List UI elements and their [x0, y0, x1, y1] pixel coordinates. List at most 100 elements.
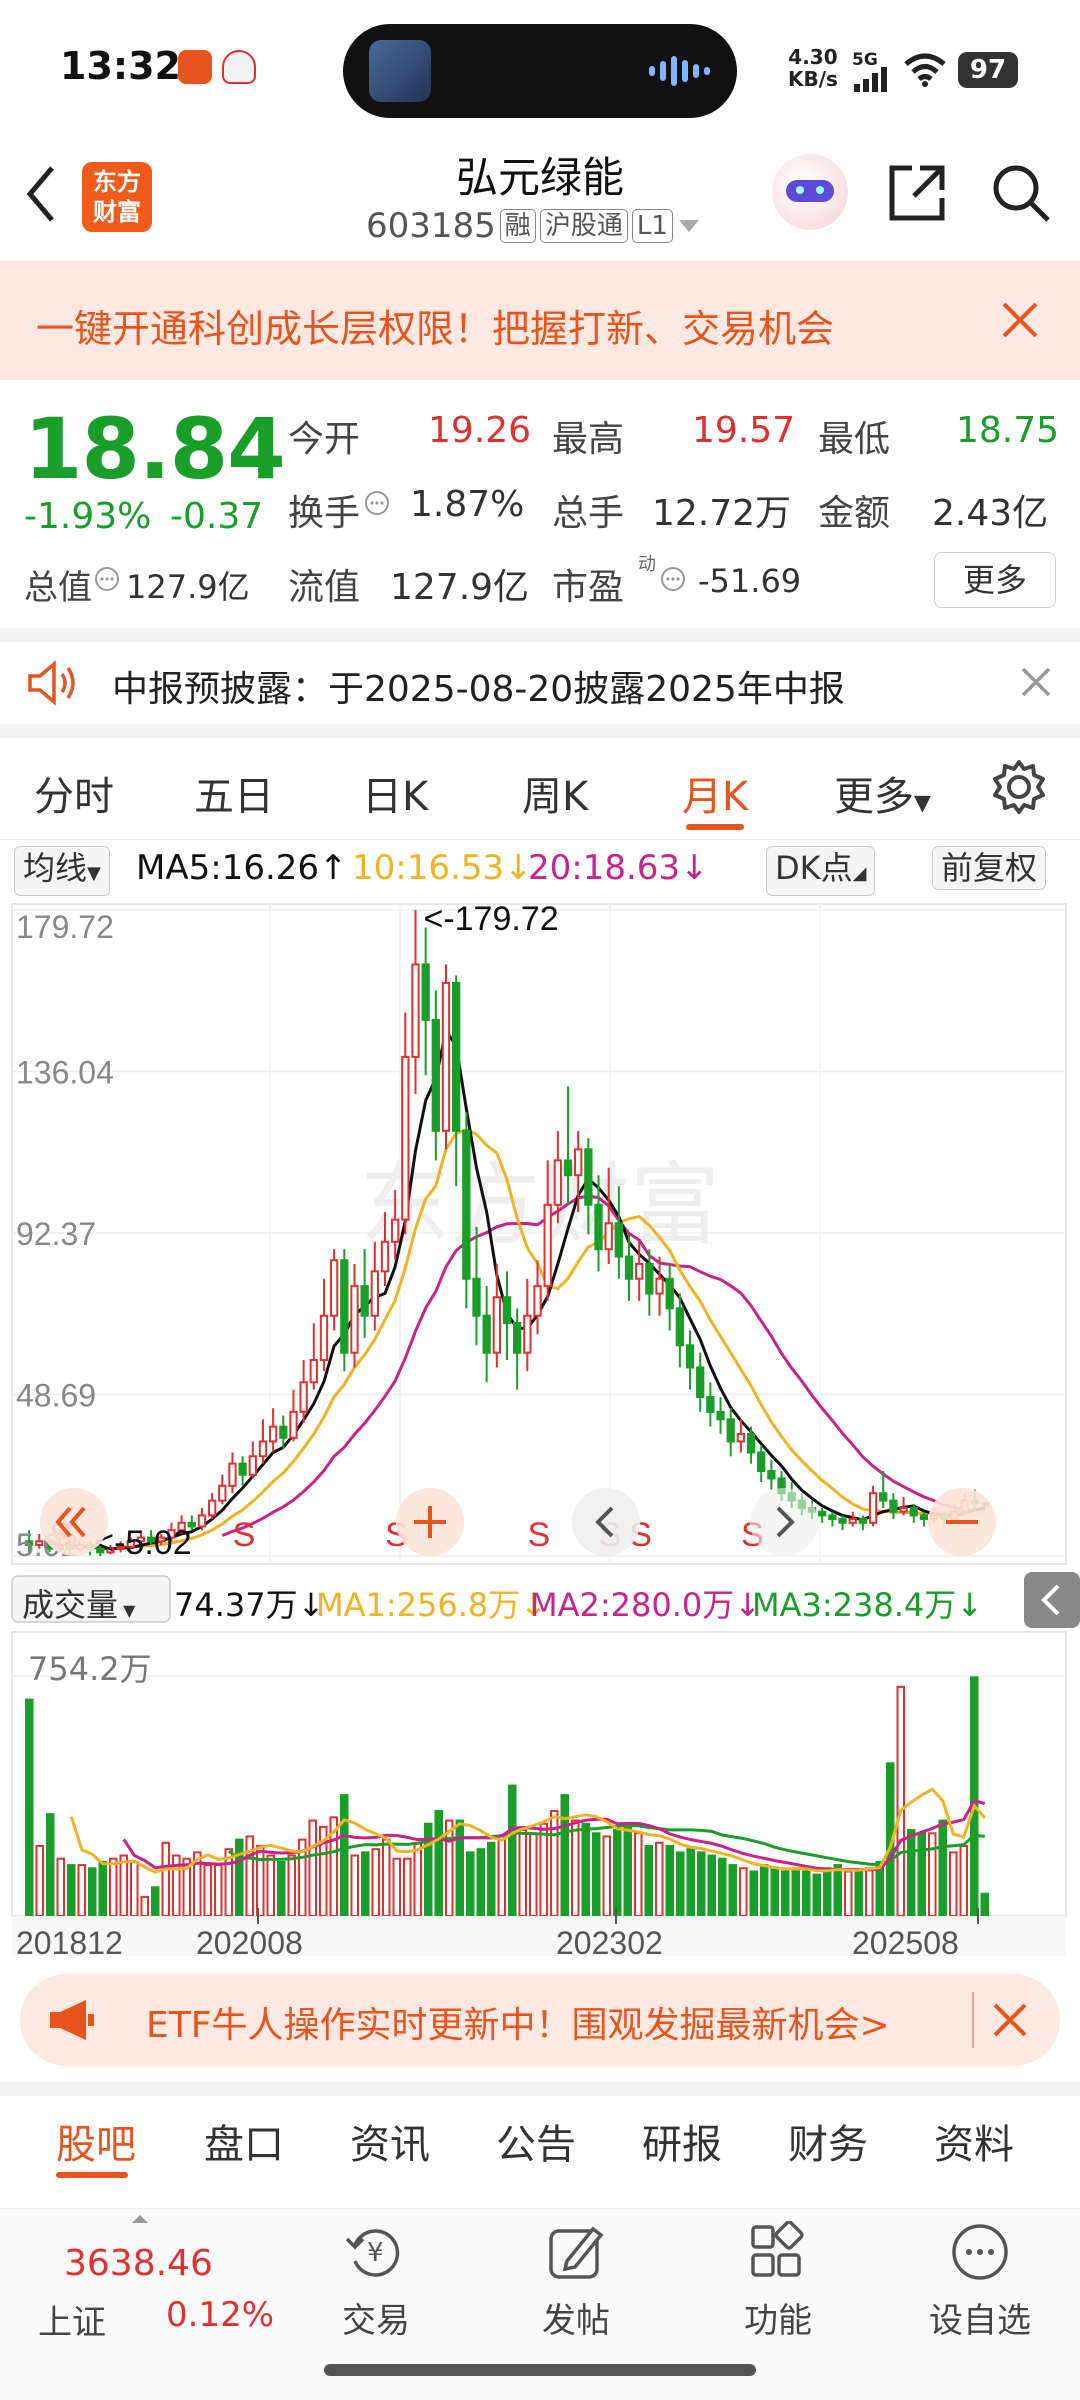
grid-apps-icon [751, 2220, 804, 2277]
change-amount: -0.37 [170, 496, 264, 537]
volume-bar [864, 1867, 874, 1917]
info-icon[interactable] [660, 566, 686, 592]
kline-chart[interactable]: 东方财富 179.72136.0492.3748.695.02 SSSSSSS … [0, 896, 1080, 1956]
index-ticker[interactable]: 3638.46 上证 0.12% [0, 2209, 290, 2359]
search-icon[interactable] [990, 162, 1052, 224]
nav-trade[interactable]: ¥ 交易 [306, 2221, 446, 2342]
amount-value: 2.43亿 [932, 493, 1049, 534]
turnover-label: 换手 [288, 493, 361, 534]
volume-ma1-readout: MA1:256.8万↓ [316, 1586, 548, 1624]
share-icon[interactable] [886, 162, 948, 224]
close-icon[interactable] [992, 2002, 1028, 2038]
volume-selector[interactable]: 成交量 ▼ [22, 1580, 135, 1626]
float-cap-value: 127.9亿 [390, 567, 530, 608]
nav-add-watchlist[interactable]: 设自选 [910, 2221, 1050, 2342]
volume-bar [602, 1835, 612, 1917]
y-tick-label: 92.37 [16, 1216, 96, 1252]
candle [329, 1249, 339, 1331]
volume-ma3-readout: MA3:238.4万↓ [752, 1586, 984, 1624]
candle [482, 1286, 491, 1383]
dynamic-island[interactable] [343, 24, 737, 118]
tab-monthly-k[interactable]: 月K [682, 764, 748, 822]
zoom-in-control[interactable] [396, 1488, 464, 1556]
collapse-tab[interactable] [1024, 1572, 1080, 1628]
zoom-out-control[interactable] [928, 1488, 996, 1556]
media-thumbnail [369, 40, 431, 102]
tab-profile[interactable]: 资料 [934, 2112, 1014, 2170]
stock-code-row[interactable]: 603185 融 沪股通 L1 [366, 206, 701, 246]
tab-intraday[interactable]: 分时 [34, 764, 114, 822]
info-icon[interactable] [364, 490, 390, 516]
volume-bar [507, 1784, 517, 1918]
tab-news[interactable]: 资讯 [350, 2112, 430, 2170]
volume-bar [560, 1794, 570, 1917]
close-icon[interactable] [1020, 666, 1052, 698]
promo-text: 一键开通科创成长层权限！把握打新、交易机会 [36, 307, 835, 351]
dropdown-caret-icon: ▼ [914, 791, 931, 816]
tab-five-day[interactable]: 五日 [194, 764, 274, 822]
tab-research[interactable]: 研报 [642, 2112, 722, 2170]
nav-functions[interactable]: 功能 [708, 2220, 848, 2342]
wifi-icon [904, 53, 946, 87]
more-quote-button[interactable]: 更多 [934, 552, 1056, 608]
volume-bar [339, 1794, 349, 1917]
candle [441, 964, 451, 1150]
volume-bar [938, 1819, 948, 1917]
candle [716, 1397, 725, 1435]
tab-daily-k[interactable]: 日K [362, 764, 428, 822]
volume-bar [413, 1841, 423, 1918]
up-triangle-icon [132, 2215, 148, 2223]
tab-weekly-k[interactable]: 周K [522, 764, 588, 822]
settings-gear-icon[interactable] [990, 758, 1048, 816]
signal-icon [854, 67, 887, 92]
float-cap-label: 流值 [288, 567, 361, 608]
volume-bar [56, 1857, 66, 1917]
turnover-value: 1.87% [410, 484, 525, 525]
info-icon[interactable] [94, 566, 120, 592]
tab-announcements[interactable]: 公告 [496, 2112, 576, 2170]
report-notice[interactable]: 中报预披露：于2025-08-20披露2025年中报 [0, 642, 1080, 722]
candle [452, 975, 461, 1187]
current-price: 18.84 [24, 400, 286, 498]
volume-bars [24, 1676, 990, 1918]
candle [523, 1278, 532, 1372]
sell-signal-marker: S [528, 1516, 551, 1554]
volume-bar [854, 1870, 864, 1917]
promo-banner[interactable]: 一键开通科创成长层权限！把握打新、交易机会 [0, 262, 1080, 380]
ma10-readout: 10:16.53↓ [352, 848, 533, 888]
candle [828, 1511, 837, 1527]
scroll-left-control[interactable] [40, 1488, 108, 1556]
tab-more[interactable]: 更多▼ [834, 764, 931, 822]
candle [502, 1271, 512, 1361]
audio-wave-icon [649, 56, 719, 86]
volume-bar [696, 1851, 706, 1917]
volume-bar [381, 1838, 391, 1917]
volume-bar [213, 1864, 223, 1918]
index-name: 上证 [38, 2303, 106, 2343]
close-icon[interactable] [1000, 300, 1040, 340]
assistant-avatar-icon[interactable] [772, 154, 848, 230]
speaker-icon [28, 660, 75, 706]
tab-financials[interactable]: 财务 [788, 2112, 868, 2170]
candle [513, 1308, 522, 1390]
tab-forum[interactable]: 股吧 [56, 2112, 136, 2170]
nav-post[interactable]: 发帖 [506, 2221, 646, 2342]
volume-bar [728, 1864, 738, 1918]
candle [350, 1263, 359, 1368]
home-indicator [324, 2364, 756, 2376]
tab-order-book[interactable]: 盘口 [204, 2112, 284, 2170]
clock: 13:32 [60, 44, 181, 88]
candle [909, 1504, 918, 1523]
ma-selector[interactable]: 均线▼ [14, 846, 110, 896]
volume-ma-lines [69, 1787, 986, 1874]
price-adjust-selector[interactable]: 前复权 [932, 846, 1047, 890]
dk-point-selector[interactable]: DK点◢ [766, 846, 876, 896]
volume-bar [707, 1854, 717, 1917]
previous-control[interactable] [572, 1488, 640, 1556]
volume-bar [87, 1867, 97, 1917]
volume-bar [623, 1825, 633, 1918]
candle [848, 1511, 857, 1527]
next-control[interactable] [750, 1488, 818, 1556]
candle [248, 1441, 257, 1479]
etf-banner[interactable]: ETF牛人操作实时更新中！围观发掘最新机会> [20, 1974, 1060, 2066]
